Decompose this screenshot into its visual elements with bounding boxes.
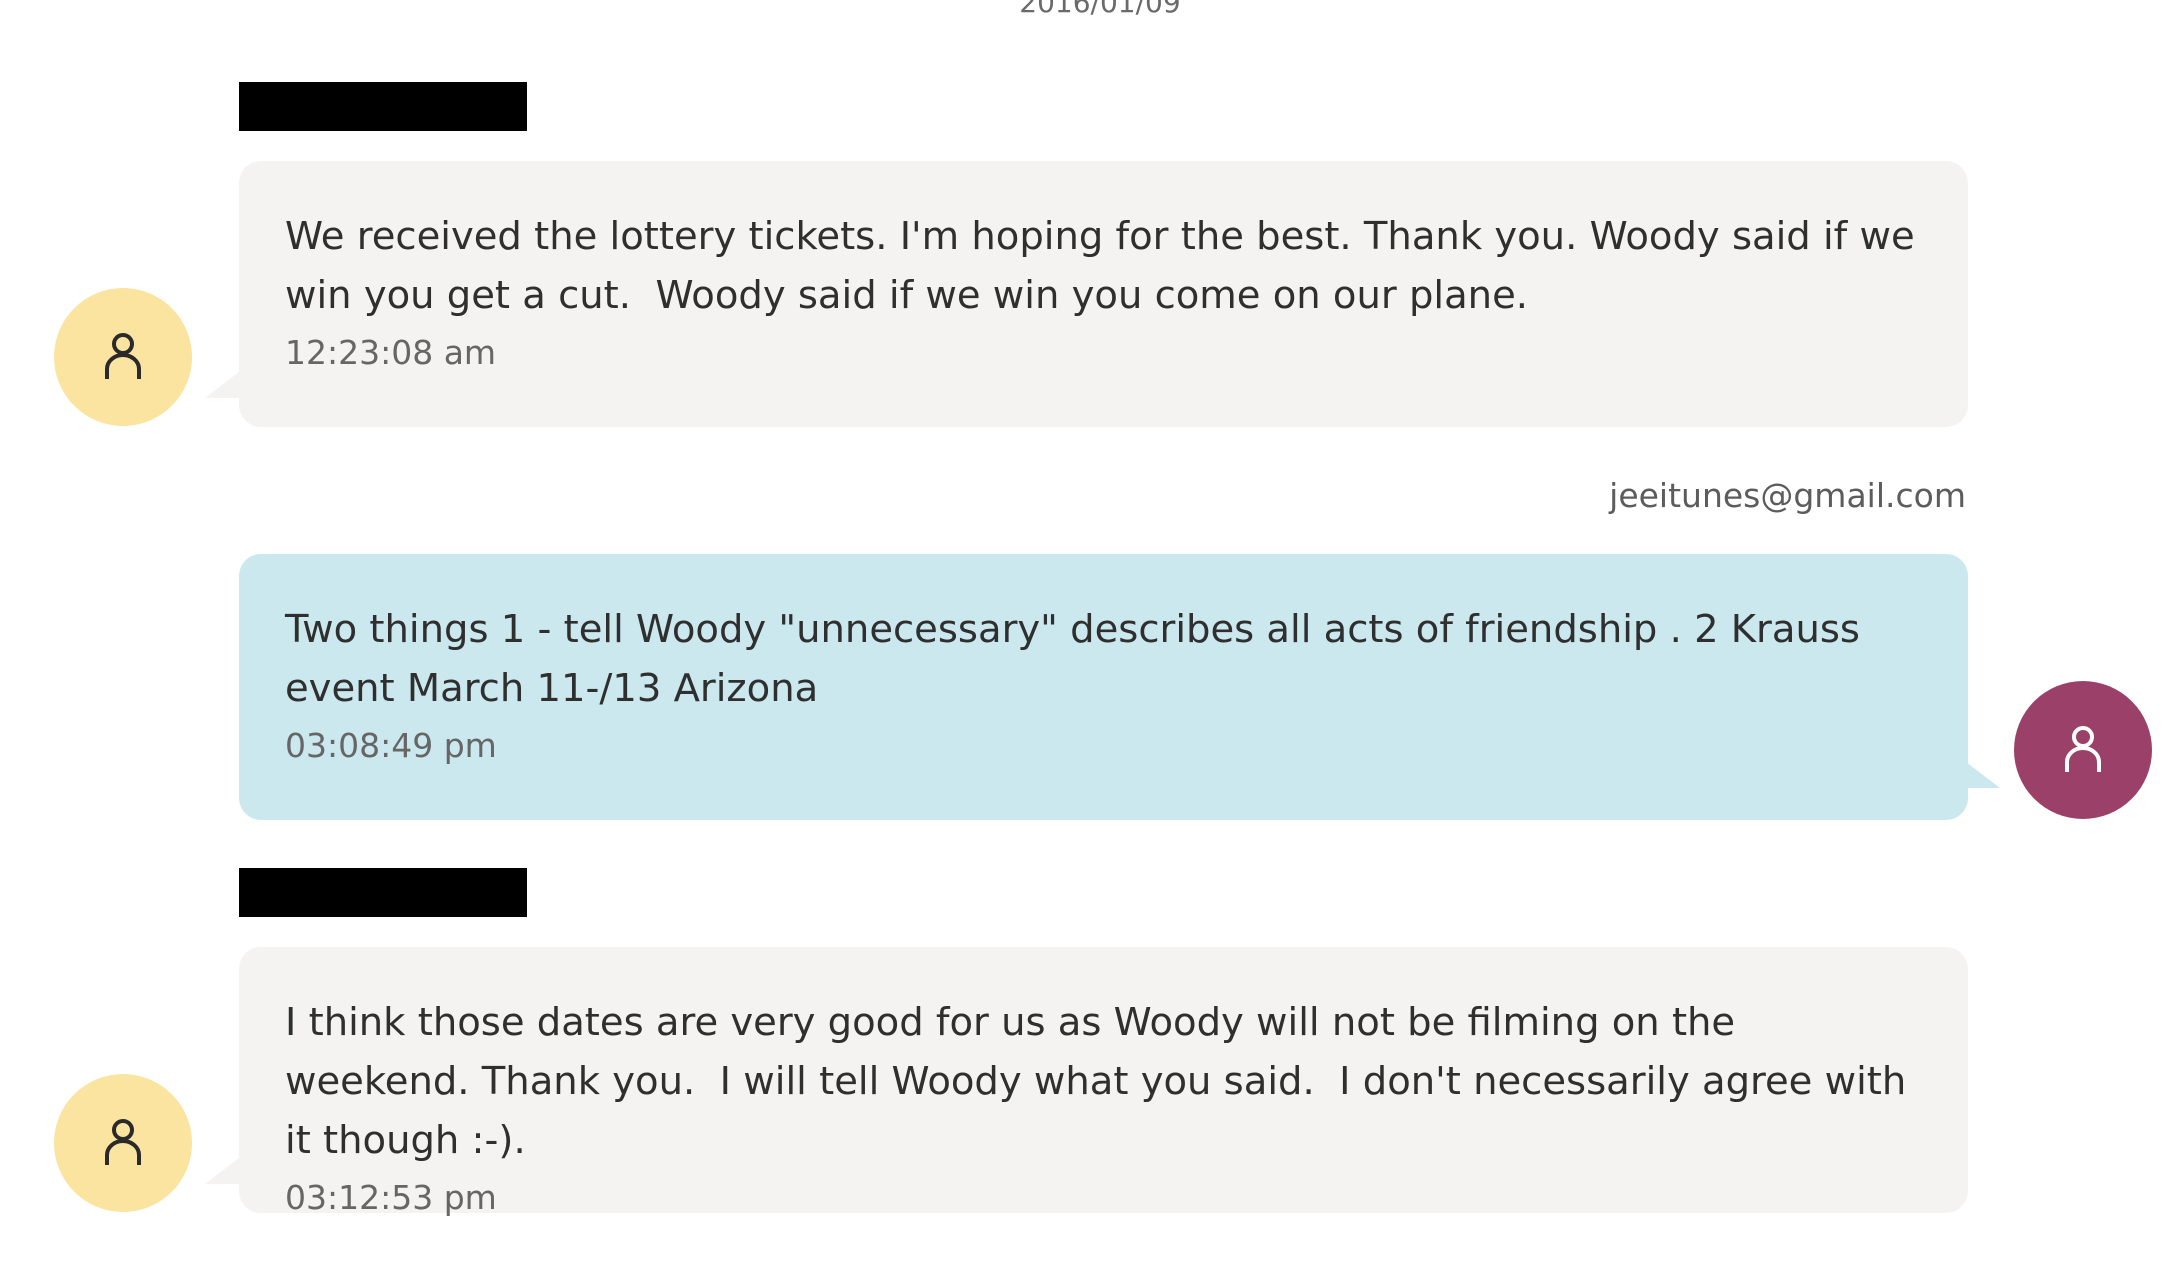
message-bubble-incoming[interactable]: We received the lottery tickets. I'm hop… bbox=[239, 161, 1968, 427]
date-header: 2016/01/09 bbox=[1019, 0, 1181, 19]
message-text: We received the lottery tickets. I'm hop… bbox=[285, 214, 1927, 318]
person-icon bbox=[105, 333, 141, 379]
redacted-sender-name bbox=[239, 868, 527, 917]
sender-email: jeeitunes@gmail.com bbox=[1609, 476, 1966, 515]
message-text: I think those dates are very good for us… bbox=[285, 1000, 1919, 1163]
conversation-view: 2016/01/09 We received the lottery ticke… bbox=[0, 0, 2184, 1262]
message-bubble-incoming[interactable]: I think those dates are very good for us… bbox=[239, 947, 1968, 1217]
person-icon bbox=[2065, 726, 2101, 772]
redacted-sender-name bbox=[239, 82, 527, 131]
person-icon bbox=[105, 1119, 141, 1165]
message-timestamp: 03:12:53 pm bbox=[285, 1178, 497, 1217]
user-avatar[interactable] bbox=[2014, 681, 2152, 819]
sender-avatar[interactable] bbox=[54, 1074, 192, 1212]
sender-avatar[interactable] bbox=[54, 288, 192, 426]
message-timestamp: 12:23:08 am bbox=[285, 333, 497, 372]
message-timestamp: 03:08:49 pm bbox=[285, 726, 497, 765]
bubble-tail bbox=[1966, 762, 2000, 788]
message-text: Two things 1 - tell Woody "unnecessary" … bbox=[285, 607, 1873, 711]
bubble-tail bbox=[205, 372, 239, 398]
message-bubble-outgoing[interactable]: Two things 1 - tell Woody "unnecessary" … bbox=[239, 554, 1968, 820]
bubble-tail bbox=[205, 1158, 239, 1184]
